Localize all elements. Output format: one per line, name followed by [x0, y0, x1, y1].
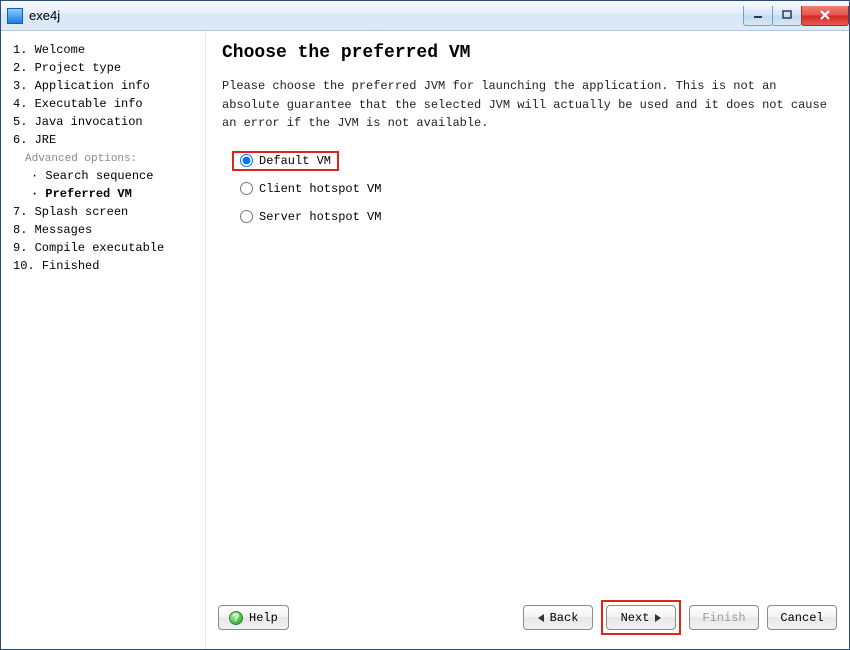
advanced-options-label: Advanced options:: [9, 151, 197, 167]
step-jre[interactable]: 6. JRE: [9, 131, 197, 149]
step-project-type[interactable]: 2. Project type: [9, 59, 197, 77]
page-title: Choose the preferred VM: [222, 43, 833, 63]
step-application-info[interactable]: 3. Application info: [9, 77, 197, 95]
radio-server-hotspot-input[interactable]: [240, 210, 253, 223]
radio-default-vm-label: Default VM: [259, 154, 331, 168]
wizard-sidebar: 1. Welcome 2. Project type 3. Applicatio…: [1, 31, 206, 649]
finish-button[interactable]: Finish: [689, 605, 759, 630]
minimize-button[interactable]: [743, 6, 773, 26]
next-button[interactable]: Next: [606, 605, 676, 630]
radio-server-hotspot-label: Server hotspot VM: [259, 210, 381, 224]
next-arrow-icon: [655, 614, 661, 622]
back-button[interactable]: Back: [523, 605, 593, 630]
maximize-button[interactable]: [772, 6, 802, 26]
cancel-button[interactable]: Cancel: [767, 605, 837, 630]
step-messages[interactable]: 8. Messages: [9, 221, 197, 239]
back-arrow-icon: [538, 614, 544, 622]
radio-default-vm[interactable]: Default VM: [232, 151, 339, 171]
radio-server-hotspot[interactable]: Server hotspot VM: [232, 207, 383, 227]
radio-default-vm-input[interactable]: [240, 154, 253, 167]
help-icon: ?: [229, 611, 243, 625]
main-content: Choose the preferred VM Please choose th…: [206, 31, 849, 590]
step-finished[interactable]: 10. Finished: [9, 257, 197, 275]
page-description: Please choose the preferred JVM for laun…: [222, 77, 833, 133]
substep-preferred-vm[interactable]: Preferred VM: [9, 185, 197, 203]
step-splash-screen[interactable]: 7. Splash screen: [9, 203, 197, 221]
title-bar: exe4j: [1, 1, 849, 31]
step-welcome[interactable]: 1. Welcome: [9, 41, 197, 59]
app-icon: [7, 8, 23, 24]
help-button[interactable]: ? Help: [218, 605, 289, 630]
vm-radio-group: Default VM Client hotspot VM Server hots…: [222, 151, 833, 227]
step-compile-executable[interactable]: 9. Compile executable: [9, 239, 197, 257]
step-executable-info[interactable]: 4. Executable info: [9, 95, 197, 113]
wizard-footer: ? Help Back Next Finish: [206, 590, 849, 649]
radio-client-hotspot[interactable]: Client hotspot VM: [232, 179, 383, 199]
app-window: exe4j 1. Welcome 2. Project type 3. Appl…: [0, 0, 850, 650]
radio-client-hotspot-label: Client hotspot VM: [259, 182, 381, 196]
next-highlight-box: Next: [601, 600, 681, 635]
window-controls: [744, 6, 849, 26]
window-title: exe4j: [29, 8, 60, 23]
substep-search-sequence[interactable]: Search sequence: [9, 167, 197, 185]
radio-client-hotspot-input[interactable]: [240, 182, 253, 195]
step-java-invocation[interactable]: 5. Java invocation: [9, 113, 197, 131]
close-button[interactable]: [801, 6, 849, 26]
